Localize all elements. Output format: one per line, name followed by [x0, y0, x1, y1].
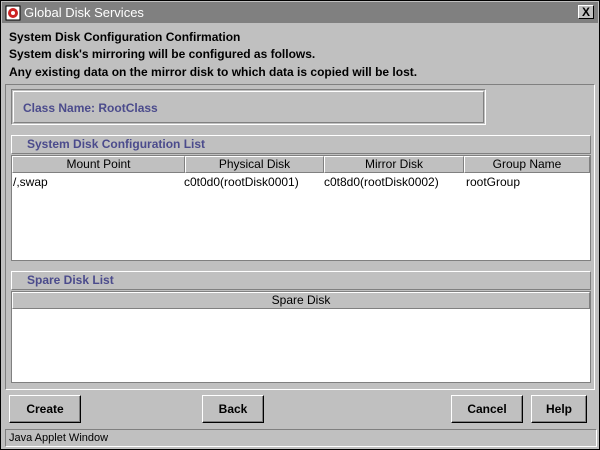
spare-list-table[interactable]: Spare Disk — [11, 291, 591, 383]
column-physical-disk[interactable]: Physical Disk — [185, 156, 324, 173]
title-bar: Global Disk Services X — [2, 2, 598, 23]
close-icon: X — [581, 5, 590, 19]
spare-list-header: Spare Disk List — [11, 271, 591, 290]
table-row[interactable]: /,swap c0t0d0(rootDisk0001) c0t8d0(rootD… — [12, 174, 590, 190]
cell-physical-disk: c0t0d0(rootDisk0001) — [184, 175, 299, 189]
class-name-label: Class Name: RootClass — [23, 101, 158, 115]
status-bar: Java Applet Window — [5, 429, 597, 447]
info-line-1: System disk's mirroring will be configur… — [9, 47, 316, 61]
config-list-columns: Mount Point Physical Disk Mirror Disk Gr… — [12, 156, 590, 173]
column-mirror-disk[interactable]: Mirror Disk — [324, 156, 464, 173]
warning-line: Any existing data on the mirror disk to … — [9, 65, 418, 79]
config-list-table[interactable]: Mount Point Physical Disk Mirror Disk Gr… — [11, 155, 591, 261]
cell-mirror-disk: c0t8d0(rootDisk0002) — [324, 175, 439, 189]
window-title: Global Disk Services — [24, 5, 144, 20]
app-icon — [5, 5, 21, 20]
column-spare-disk[interactable]: Spare Disk — [12, 292, 590, 309]
cell-mount-point: /,swap — [13, 175, 48, 189]
back-button[interactable]: Back — [202, 395, 264, 423]
cancel-button[interactable]: Cancel — [451, 395, 523, 423]
close-button[interactable]: X — [578, 5, 594, 19]
create-button[interactable]: Create — [9, 395, 81, 423]
cell-group-name: rootGroup — [466, 175, 521, 189]
column-group-name[interactable]: Group Name — [464, 156, 590, 173]
column-mount-point[interactable]: Mount Point — [12, 156, 185, 173]
help-button[interactable]: Help — [531, 395, 587, 423]
class-name-box: Class Name: RootClass — [11, 89, 486, 125]
dialog-heading: System Disk Configuration Confirmation — [9, 30, 241, 44]
config-list-header: System Disk Configuration List — [11, 135, 591, 154]
dialog-window: Global Disk Services X System Disk Confi… — [0, 0, 600, 450]
spare-list-columns: Spare Disk — [12, 292, 590, 309]
